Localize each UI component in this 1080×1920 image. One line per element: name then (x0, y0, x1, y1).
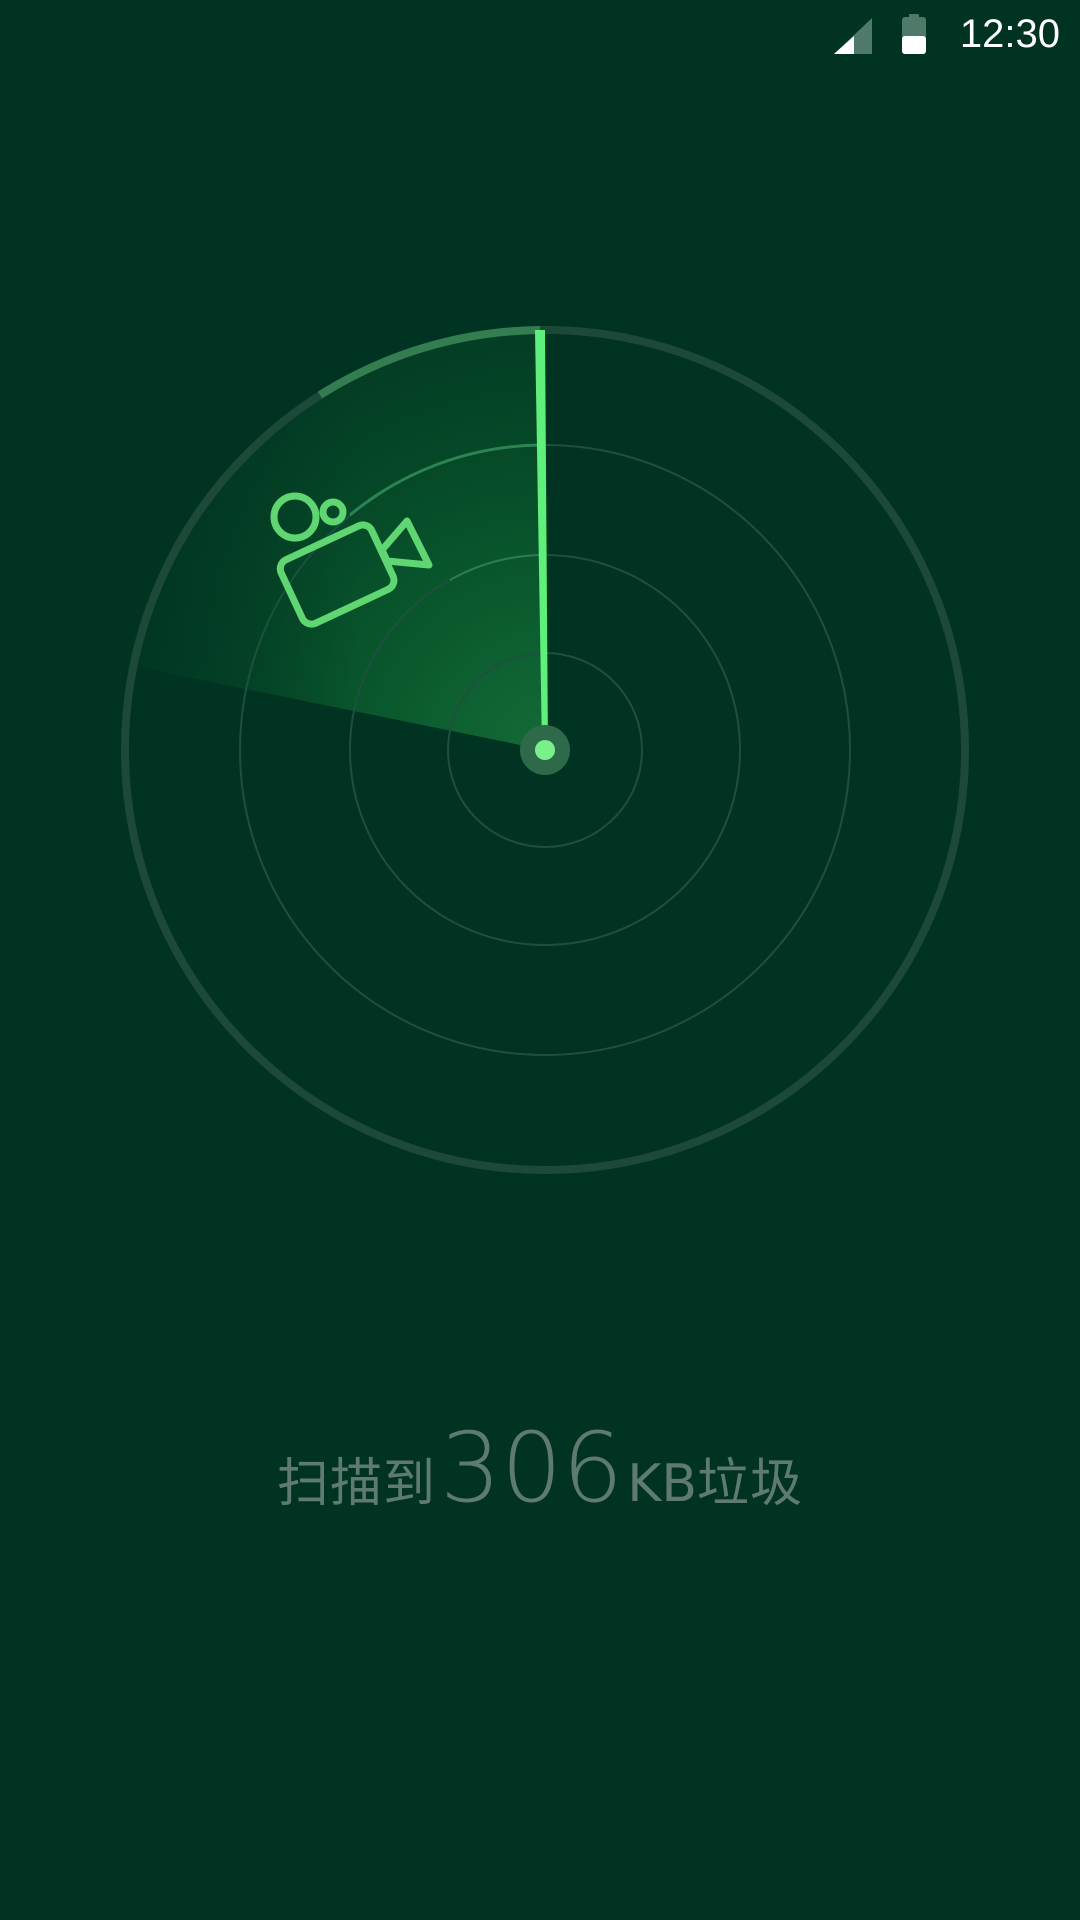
radar-scanner (120, 325, 970, 1175)
cleaner-scan-screen: 12:30 扫描到 306 KB 垃圾 (0, 0, 1080, 1920)
junk-size-value: 306 (439, 1412, 624, 1524)
battery-icon (902, 14, 926, 54)
scan-summary-prefix: 扫描到 (276, 1454, 436, 1514)
radar-center-dot (535, 740, 555, 760)
scan-summary-suffix: 垃圾 (697, 1454, 804, 1514)
scan-summary: 扫描到 306 KB 垃圾 (0, 1412, 1080, 1532)
cellular-signal-icon (834, 18, 872, 54)
status-bar: 12:30 (0, 0, 1080, 70)
radar-graphic (121, 326, 969, 1174)
status-time: 12:30 (959, 12, 1060, 56)
junk-size-unit: KB (627, 1454, 697, 1514)
